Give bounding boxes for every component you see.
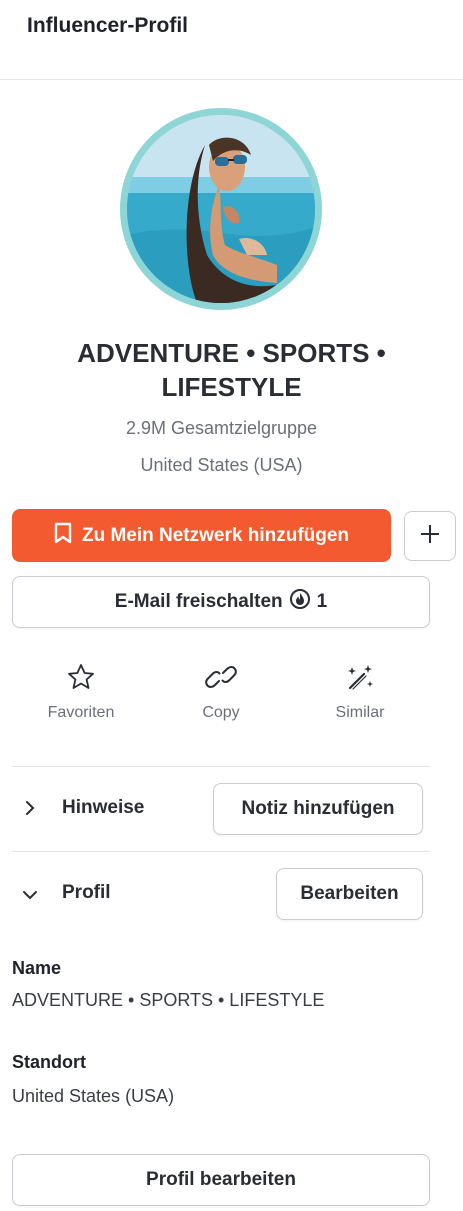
- star-icon: [21, 660, 141, 694]
- audience-size: 2.9M Gesamtzielgruppe: [125, 418, 318, 438]
- credit-count: 1: [316, 591, 328, 612]
- edit-profile-button[interactable]: Profil bearbeiten: [12, 1154, 430, 1206]
- notes-section-title[interactable]: Hinweise: [62, 797, 144, 819]
- unlock-email-button[interactable]: E-Mail freischalten 1: [12, 576, 430, 628]
- edit-button[interactable]: Bearbeiten: [276, 868, 423, 920]
- chevron-down-icon[interactable]: [22, 888, 38, 906]
- favorites-action[interactable]: Favoriten: [21, 660, 141, 722]
- magic-wand-icon: [300, 660, 420, 694]
- plus-icon: [419, 523, 441, 550]
- credit-icon: [289, 588, 311, 616]
- unlock-email-label: E-Mail freischalten: [114, 591, 283, 612]
- profile-country: United States (USA): [140, 455, 303, 475]
- copy-label: Copy: [202, 704, 240, 721]
- panel-title: Influencer-Profil: [27, 14, 189, 37]
- chevron-right-icon[interactable]: [24, 800, 36, 821]
- add-to-list-button[interactable]: [404, 511, 456, 561]
- add-to-network-button[interactable]: Zu Mein Netzwerk hinzufügen: [12, 509, 391, 562]
- add-note-button[interactable]: Notiz hinzufügen: [213, 783, 423, 835]
- similar-label: Similar: [335, 704, 385, 721]
- avatar: [120, 108, 322, 310]
- favorites-label: Favoriten: [47, 704, 115, 721]
- edit-profile-label: Profil bearbeiten: [146, 1169, 296, 1190]
- divider: [12, 851, 430, 852]
- similar-action[interactable]: Similar: [300, 660, 420, 722]
- bookmark-icon: [54, 522, 72, 550]
- add-note-label: Notiz hinzufügen: [241, 798, 395, 819]
- copy-action[interactable]: Copy: [161, 660, 281, 722]
- profile-section-title[interactable]: Profil: [62, 882, 111, 904]
- panel-header: Influencer-Profil: [0, 0, 463, 80]
- profile-name: ADVENTURE • SPORTS • LIFESTYLE: [77, 338, 386, 402]
- location-field-label: Standort: [12, 1052, 86, 1072]
- edit-label: Bearbeiten: [300, 883, 399, 904]
- add-to-network-label: Zu Mein Netzwerk hinzufügen: [81, 524, 350, 546]
- divider: [12, 766, 430, 767]
- link-icon: [161, 660, 281, 694]
- avatar-photo: [127, 115, 315, 303]
- name-field-label: Name: [12, 958, 62, 978]
- location-field-value: United States (USA): [12, 1086, 175, 1106]
- name-field-value: ADVENTURE • SPORTS • LIFESTYLE: [12, 990, 325, 1010]
